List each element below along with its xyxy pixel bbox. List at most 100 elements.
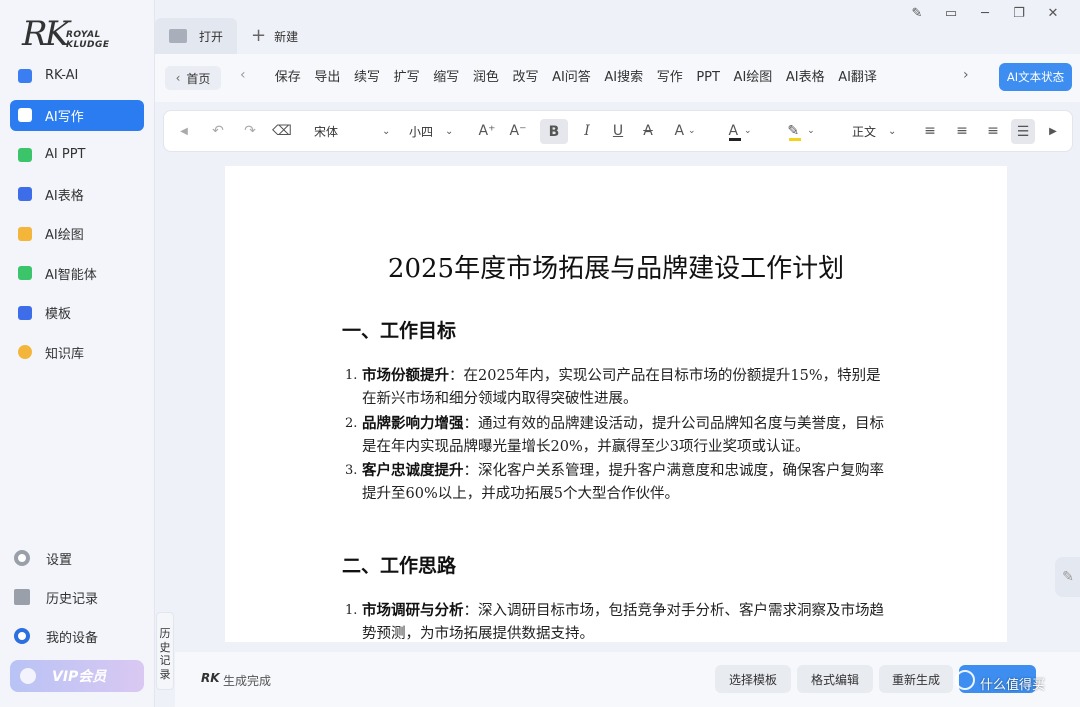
ai-writing-icon bbox=[18, 108, 32, 122]
edit-icon[interactable]: ✎ bbox=[900, 3, 934, 23]
bold-icon[interactable]: B bbox=[540, 119, 568, 144]
list-number: 1. bbox=[345, 603, 358, 618]
close-button[interactable]: ✕ bbox=[1036, 3, 1070, 23]
ai-text-status-button[interactable]: AI文本状态 bbox=[999, 63, 1072, 91]
list-item: 3. 客户忠诚度提升：深化客户关系管理，提升客户满意度和忠诚度，确保客户复购率提升… bbox=[345, 459, 893, 507]
sidebar-item-label: 模板 bbox=[45, 307, 72, 322]
italic-icon[interactable]: I bbox=[576, 111, 598, 151]
logo-mark: RK bbox=[22, 14, 70, 54]
increase-font-icon[interactable]: A⁺ bbox=[476, 111, 498, 151]
sidebar-item-devices[interactable]: 我的设备 bbox=[14, 624, 144, 648]
chevron-down-icon: ⌄ bbox=[445, 125, 454, 137]
tab-open[interactable]: 打开 bbox=[155, 18, 238, 54]
align-left-icon[interactable]: ≡ bbox=[919, 111, 941, 151]
list-lead: 市场份额提升 bbox=[362, 367, 449, 384]
tool-writing[interactable]: 写作 bbox=[657, 66, 683, 90]
approach-list: 1. 市场调研与分析：深入调研目标市场，包括竞争对手分析、客户需求洞察及市场趋势预… bbox=[345, 599, 893, 642]
list-item: 2. 品牌影响力增强：通过有效的品牌建设活动，提升公司品牌知名度与美誉度，目标是在… bbox=[345, 412, 893, 460]
vip-label: VIP会员 bbox=[52, 669, 107, 685]
ai-tools: 保存 导出 续写 扩写 缩写 润色 改写 AI问答 AI搜索 写作 PPT AI绘图 AI表格 AI翻译 bbox=[268, 66, 954, 90]
redo-icon[interactable]: ↷ bbox=[238, 111, 262, 151]
underline-icon[interactable]: U bbox=[607, 111, 629, 151]
tool-ai-table[interactable]: AI表格 bbox=[786, 66, 825, 90]
sidebar-item-settings[interactable]: 设置 bbox=[14, 546, 144, 570]
edit-float-icon[interactable]: ✎ bbox=[1055, 557, 1080, 597]
maximize-button[interactable]: ❐ bbox=[1002, 3, 1036, 23]
sidebar-item-template[interactable]: 模板 bbox=[10, 297, 144, 328]
strikethrough-icon[interactable]: A bbox=[637, 111, 659, 151]
chevron-down-icon: ⌄ bbox=[888, 125, 897, 137]
align-justify-icon[interactable]: ☰ bbox=[1011, 119, 1035, 144]
home-button[interactable]: ‹ 首页 bbox=[165, 66, 221, 90]
font-size-select[interactable]: 小四 ⌄ bbox=[409, 111, 464, 151]
format-edit-button[interactable]: 格式编辑 bbox=[797, 665, 873, 693]
generation-status: 生成完成 bbox=[223, 674, 272, 688]
highlight-swatch bbox=[789, 138, 801, 141]
section-heading: 一、工作目标 bbox=[342, 320, 457, 342]
folder-icon bbox=[169, 29, 187, 43]
tools-scroll-left-icon[interactable]: ‹ bbox=[240, 67, 246, 83]
sidebar-item-ai-drawing[interactable]: AI绘图 bbox=[10, 218, 144, 249]
list-number: 1. bbox=[345, 368, 358, 383]
font-family-select[interactable]: 宋体 ⌄ bbox=[314, 111, 394, 151]
align-right-icon[interactable]: ≡ bbox=[982, 111, 1004, 151]
feedback-icon[interactable]: ▭ bbox=[934, 3, 968, 23]
list-lead: 品牌影响力增强 bbox=[362, 414, 464, 432]
tools-scroll-right-icon[interactable]: › bbox=[963, 67, 969, 83]
tool-ai-translate[interactable]: AI翻译 bbox=[838, 66, 877, 90]
eraser-icon[interactable]: ⌫ bbox=[270, 111, 294, 151]
ai-agent-icon bbox=[18, 266, 32, 280]
tab-new[interactable]: + 新建 bbox=[237, 18, 312, 54]
list-item: 1. 市场调研与分析：深入调研目标市场，包括竞争对手分析、客户需求洞察及市场趋势预… bbox=[345, 599, 893, 642]
tool-ai-drawing[interactable]: AI绘图 bbox=[734, 66, 773, 90]
sidebar-item-label: AI绘图 bbox=[45, 228, 84, 243]
history-side-tab[interactable]: 历史记录 bbox=[156, 612, 174, 690]
tool-ppt[interactable]: PPT bbox=[696, 66, 720, 90]
sidebar-item-rk-ai[interactable]: RK-AI bbox=[10, 60, 144, 91]
decrease-font-icon[interactable]: A⁻ bbox=[507, 111, 529, 151]
font-family-value: 宋体 bbox=[314, 124, 339, 139]
sidebar-item-ai-agent[interactable]: AI智能体 bbox=[10, 258, 144, 289]
sidebar-item-label: 我的设备 bbox=[46, 630, 99, 646]
format-scroll-right-icon[interactable]: ▶ bbox=[1044, 111, 1062, 151]
ai-drawing-icon bbox=[18, 226, 32, 241]
paragraph-style-select[interactable]: 正文 ⌄ bbox=[852, 111, 907, 151]
tool-rewrite[interactable]: 改写 bbox=[512, 66, 538, 90]
text-effect-icon[interactable]: A ⌄ bbox=[668, 111, 702, 151]
list-lead: 客户忠诚度提升 bbox=[362, 462, 464, 480]
tool-save[interactable]: 保存 bbox=[275, 66, 301, 90]
regenerate-button[interactable]: 重新生成 bbox=[879, 665, 953, 693]
align-center-icon[interactable]: ≡ bbox=[951, 111, 973, 151]
vip-button[interactable]: VIP会员 bbox=[10, 660, 144, 692]
undo-icon[interactable]: ↶ bbox=[206, 111, 230, 151]
tool-ai-search[interactable]: AI搜索 bbox=[604, 66, 643, 90]
goals-list: 1. 市场份额提升：在2025年内，实现公司产品在目标市场的份额提升15%，特别是… bbox=[345, 364, 893, 507]
tool-continue[interactable]: 续写 bbox=[354, 66, 380, 90]
tool-ai-qa[interactable]: AI问答 bbox=[552, 66, 591, 90]
sidebar-item-label: 历史记录 bbox=[46, 591, 99, 607]
document-page[interactable]: 2025年度市场拓展与品牌建设工作计划 一、工作目标 1. 市场份额提升：在202… bbox=[225, 166, 1007, 642]
tool-expand[interactable]: 扩写 bbox=[394, 66, 420, 90]
format-scroll-left-icon[interactable]: ◀ bbox=[174, 111, 194, 151]
document-title: 2025年度市场拓展与品牌建设工作计划 bbox=[387, 254, 845, 284]
sidebar-item-label: AI PPT bbox=[45, 147, 86, 162]
sidebar-item-history[interactable]: 历史记录 bbox=[14, 585, 144, 609]
tool-polish[interactable]: 润色 bbox=[473, 66, 499, 90]
minimize-button[interactable]: ─ bbox=[968, 3, 1002, 23]
tool-shorten[interactable]: 缩写 bbox=[433, 66, 459, 90]
sidebar-item-ai-ppt[interactable]: AI PPT bbox=[10, 139, 144, 170]
ai-table-icon bbox=[18, 187, 32, 201]
highlight-icon[interactable]: ✎ ⌄ bbox=[782, 111, 820, 151]
logo-brand: ROYAL KLUDGE bbox=[66, 30, 110, 50]
format-toolbar: ◀ ↶ ↷ ⌫ 宋体 ⌄ 小四 ⌄ A⁺ A⁻ B I U A A ⌄ A ⌄ ✎ ⌄… bbox=[163, 110, 1073, 152]
font-color-icon[interactable]: A ⌄ bbox=[722, 111, 758, 151]
app-logo: RK ROYAL KLUDGE bbox=[22, 14, 122, 58]
chevron-left-icon: ‹ bbox=[175, 71, 181, 85]
chevron-down-icon: ⌄ bbox=[382, 125, 391, 137]
sidebar-item-ai-writing[interactable]: AI写作 bbox=[10, 99, 144, 131]
tool-export[interactable]: 导出 bbox=[314, 66, 340, 90]
sidebar-item-ai-table[interactable]: AI表格 bbox=[10, 179, 144, 210]
sidebar-item-label: 设置 bbox=[46, 552, 73, 568]
sidebar-item-knowledge-base[interactable]: 知识库 bbox=[10, 337, 144, 368]
select-template-button[interactable]: 选择模板 bbox=[715, 665, 791, 693]
